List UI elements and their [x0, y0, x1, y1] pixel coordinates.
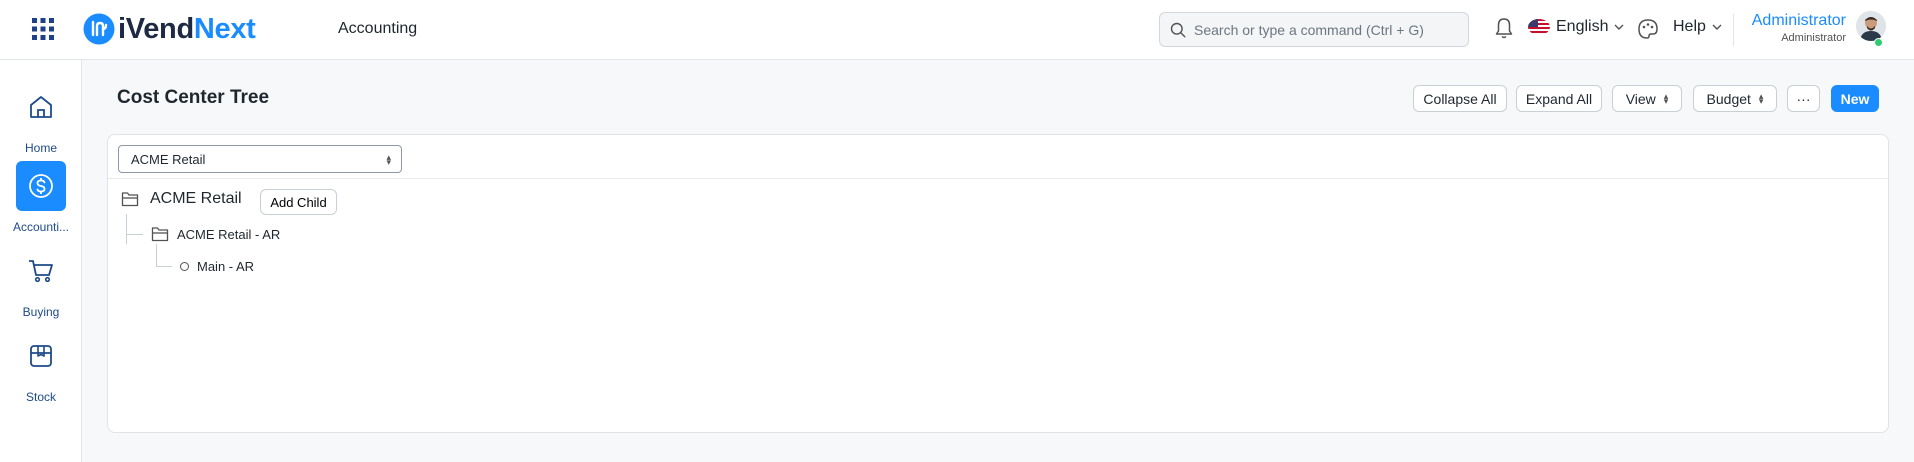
folder-open-icon: [151, 227, 169, 242]
tree-connector: [126, 214, 127, 244]
cart-icon: [29, 260, 53, 283]
sort-arrows-icon: ▴ ▾: [1663, 90, 1669, 106]
budget-dropdown[interactable]: Budget ▴ ▾: [1693, 85, 1777, 112]
tree-connector: [156, 266, 172, 267]
chevron-down-icon: [1614, 24, 1624, 30]
sidebar-item-stock[interactable]: Stock: [0, 331, 82, 404]
company-select[interactable]: ACME Retail ▴ ▾: [118, 145, 402, 173]
sort-arrows-icon: ▴ ▾: [386, 152, 391, 167]
tree-node-label: ACME Retail - AR: [177, 226, 281, 242]
leaf-circle-icon: [180, 262, 189, 271]
folder-open-icon: [121, 192, 139, 207]
search-input[interactable]: [1194, 21, 1454, 38]
view-label: View: [1625, 90, 1656, 107]
navbar-divider: [1733, 14, 1734, 46]
tree-connector: [126, 234, 143, 235]
top-navbar: iVendNext Accounting English Help Admini…: [0, 0, 1914, 60]
user-name: Administrator: [1751, 12, 1846, 29]
page-title: Cost Center Tree: [117, 87, 270, 108]
expand-all-button[interactable]: Expand All: [1516, 85, 1602, 112]
online-status-indicator: [1874, 38, 1883, 47]
search-icon: [1170, 22, 1186, 38]
notification-bell-icon[interactable]: [1493, 16, 1515, 40]
sidebar-item-home[interactable]: Home: [0, 82, 82, 155]
tree-root-node[interactable]: ACME Retail: [121, 190, 242, 208]
add-child-button[interactable]: Add Child: [260, 189, 337, 215]
dollar-circle-icon: [29, 174, 53, 198]
avatar[interactable]: [1856, 11, 1886, 41]
sort-arrows-icon: ▴ ▾: [1758, 90, 1764, 106]
company-select-value: ACME Retail: [131, 151, 206, 167]
brand-name-part1: iVend: [118, 12, 194, 45]
ivend-logo-icon: [83, 13, 115, 45]
card-divider: [108, 178, 1888, 179]
budget-label: Budget: [1706, 90, 1751, 107]
sidebar-item-label: Accounti...: [12, 220, 70, 234]
new-button[interactable]: New: [1831, 85, 1879, 112]
user-menu[interactable]: Administrator Administrator: [1752, 11, 1846, 45]
brand-logo[interactable]: iVendNext: [83, 12, 256, 46]
user-role: Administrator: [1781, 32, 1846, 44]
language-selector[interactable]: English: [1528, 18, 1624, 36]
apps-grid-icon[interactable]: [31, 17, 55, 41]
help-menu[interactable]: Help: [1673, 18, 1722, 36]
us-flag-icon: [1528, 19, 1550, 35]
tree-root-label: ACME Retail: [150, 190, 242, 207]
sidebar-item-accounting[interactable]: Accounti...: [0, 161, 82, 234]
box-icon: [30, 345, 52, 367]
home-icon: [30, 96, 52, 118]
collapse-all-button[interactable]: Collapse All: [1413, 85, 1507, 112]
language-label: English: [1556, 18, 1609, 35]
sidebar: Home Accounti... Buying Stock: [0, 60, 82, 462]
tree-node-label: Main - AR: [197, 259, 255, 274]
tree-node-group[interactable]: ACME Retail - AR: [151, 226, 280, 242]
tree-card: ACME Retail ▴ ▾ ACME Retail Add Child ACM…: [107, 134, 1889, 433]
sidebar-item-label: Home: [24, 141, 57, 155]
theme-palette-icon[interactable]: [1637, 18, 1659, 40]
sidebar-item-label: Stock: [25, 390, 56, 404]
sidebar-item-label: Buying: [22, 305, 60, 319]
sidebar-item-buying[interactable]: Buying: [0, 246, 82, 319]
help-label: Help: [1673, 18, 1706, 35]
more-actions-button[interactable]: ···: [1787, 85, 1820, 112]
tree-node-leaf[interactable]: Main - AR: [180, 259, 254, 274]
chevron-down-icon: [1712, 24, 1722, 30]
brand-name-part2: Next: [193, 12, 256, 45]
search-bar[interactable]: [1159, 12, 1469, 47]
user-avatar-icon: [1856, 11, 1886, 41]
view-dropdown[interactable]: View ▴ ▾: [1612, 85, 1682, 112]
tree-connector: [156, 244, 157, 266]
module-title[interactable]: Accounting: [338, 20, 417, 38]
